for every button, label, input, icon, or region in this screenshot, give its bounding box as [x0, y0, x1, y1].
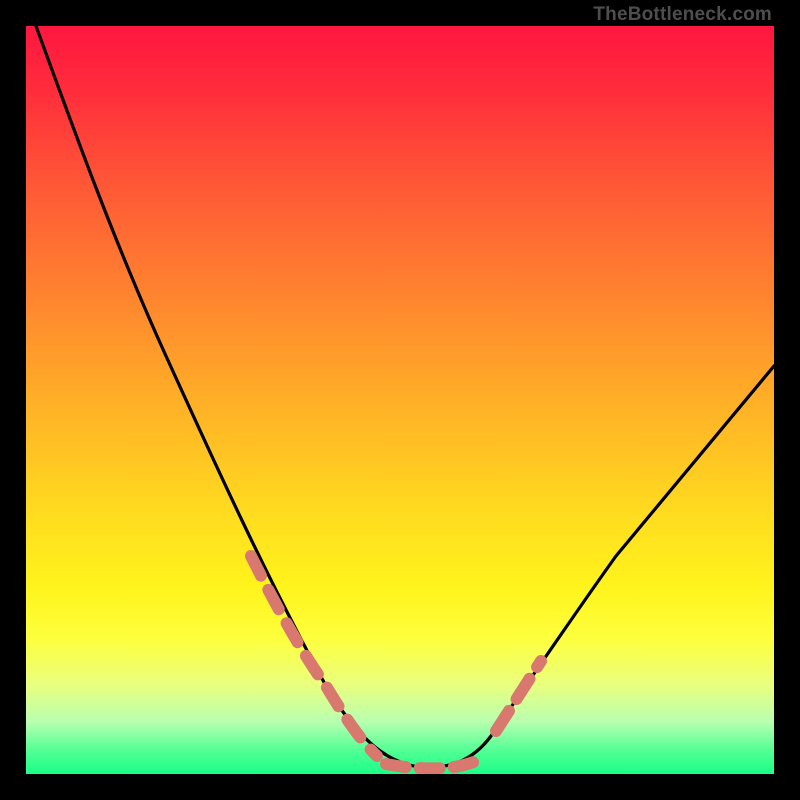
- plot-area: [26, 26, 774, 774]
- main-curve: [36, 26, 774, 767]
- curve-layer: [26, 26, 774, 774]
- highlight-right: [496, 661, 541, 731]
- chart-frame: TheBottleneck.com: [0, 0, 800, 800]
- highlight-left: [251, 556, 377, 756]
- highlight-bottom: [386, 759, 481, 768]
- attribution-text: TheBottleneck.com: [593, 4, 772, 26]
